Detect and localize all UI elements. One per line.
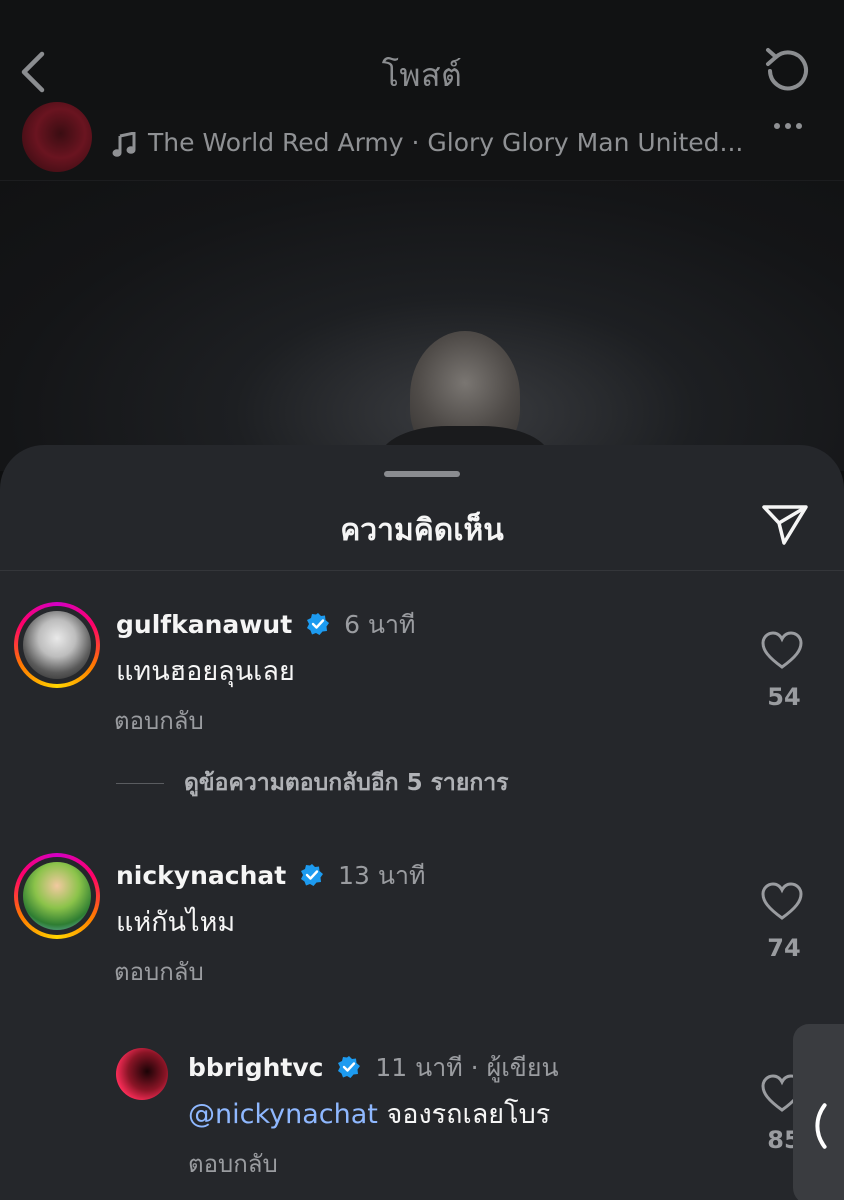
reply-button[interactable]: ตอบกลับ	[188, 1144, 278, 1183]
comment-time: 13 นาที	[338, 861, 426, 890]
verified-badge-icon	[338, 1056, 361, 1078]
reply-username[interactable]: bbrightvc	[188, 1053, 323, 1082]
song-title[interactable]: The World Red Army · Glory Glory Man Uni…	[148, 128, 743, 157]
mention-link[interactable]: @nickynachat	[188, 1099, 378, 1130]
avatar[interactable]	[116, 1048, 168, 1100]
reply-text: จองรถเลยโบร	[377, 1099, 551, 1130]
comment-time: 6 นาที	[344, 610, 416, 639]
more-options-icon[interactable]	[774, 114, 814, 134]
heart-icon[interactable]	[760, 631, 804, 671]
post-author-avatar[interactable]	[22, 102, 92, 172]
refresh-icon[interactable]	[760, 44, 814, 98]
heart-icon[interactable]	[760, 882, 804, 922]
post-image[interactable]	[0, 181, 844, 471]
page: โพสต์ The World Red Army · Glory Glory M…	[0, 0, 844, 1200]
page-title: โพสต์	[381, 56, 463, 94]
reply-button[interactable]: ตอบกลับ	[114, 952, 204, 991]
post-author-row: The World Red Army · Glory Glory Man Uni…	[0, 102, 844, 181]
replies-line	[116, 782, 164, 784]
sheet-divider	[0, 570, 844, 571]
verified-badge-icon	[307, 613, 330, 635]
reply-button[interactable]: ตอบกลับ	[114, 701, 204, 740]
sheet-grabber[interactable]	[384, 471, 460, 477]
send-icon[interactable]	[760, 501, 810, 547]
view-more-replies-label: ดูข้อความตอบกลับอีก 5 รายการ	[184, 770, 509, 796]
chevron-left-icon	[815, 1103, 827, 1149]
comments-title: ความคิดเห็น	[340, 513, 504, 548]
verified-badge-icon	[301, 864, 324, 886]
view-more-replies-button[interactable]: ดูข้อความตอบกลับอีก 5 รายการ	[116, 765, 509, 801]
comment-text: แห่กันไหม	[116, 907, 236, 938]
like-count: 54	[767, 683, 801, 711]
side-panel-handle[interactable]	[793, 1024, 844, 1200]
reply-meta: 11 นาที · ผู้เขียน	[375, 1053, 559, 1082]
like-count: 74	[767, 934, 801, 962]
avatar	[23, 611, 91, 679]
comment-username[interactable]: nickynachat	[116, 861, 286, 890]
story-ring[interactable]	[14, 602, 100, 688]
comments-sheet: ความคิดเห็น gulfkanawut 6 นาที แทนฮอยลุน…	[0, 445, 844, 1200]
music-note-icon	[112, 132, 136, 157]
comment-username[interactable]: gulfkanawut	[116, 610, 292, 639]
story-ring[interactable]	[14, 853, 100, 939]
avatar	[23, 862, 91, 930]
top-nav-bar: โพสต์	[0, 0, 844, 110]
comment-text: แทนฮอยลุนเลย	[116, 656, 295, 687]
